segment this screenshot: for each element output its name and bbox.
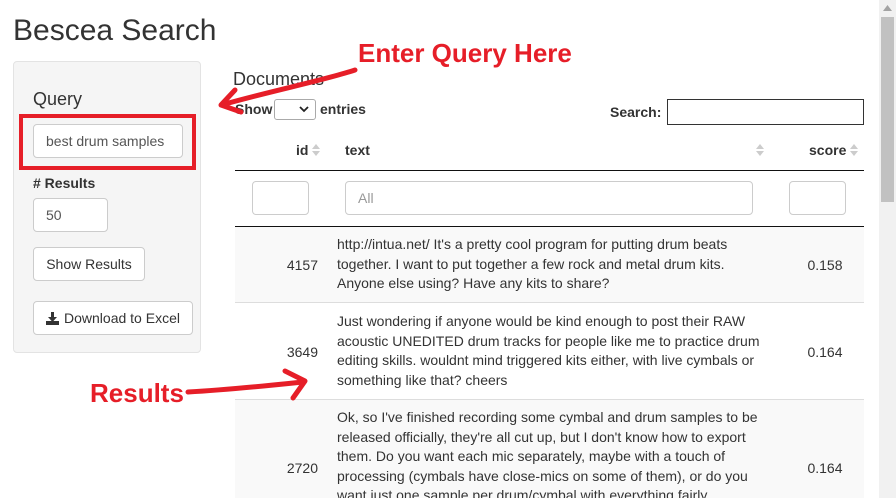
sort-icon[interactable] <box>756 143 764 157</box>
cell-score: 0.158 <box>807 257 843 273</box>
sort-icon <box>312 144 321 156</box>
search-label: Search: <box>610 104 662 120</box>
column-header-id-label: id <box>296 142 309 158</box>
annotation-results: Results <box>90 378 184 408</box>
app-title: Bescea Search <box>13 14 217 47</box>
header-divider <box>235 170 864 171</box>
scrollbar-thumb[interactable] <box>881 17 894 202</box>
cell-score: 0.164 <box>807 460 843 476</box>
scroll-up-arrow-icon[interactable] <box>883 5 892 11</box>
download-icon <box>46 311 60 325</box>
column-header-score-label: score <box>809 142 847 158</box>
table-row[interactable]: 2720 Ok, so I've finished recording some… <box>235 400 864 498</box>
filter-id-input[interactable] <box>252 181 309 215</box>
download-excel-button[interactable]: Download to Excel <box>33 301 193 335</box>
cell-id: 2720 <box>286 460 318 476</box>
filter-text-input[interactable]: All <box>345 181 753 215</box>
show-results-button[interactable]: Show Results <box>33 247 145 281</box>
cell-text: Ok, so I've finished recording some cymb… <box>337 409 758 498</box>
download-excel-label: Download to Excel <box>64 310 180 326</box>
results-count-label: # Results <box>33 175 96 191</box>
arrow-to-query-icon <box>218 67 358 115</box>
sort-icon <box>850 144 859 156</box>
results-count-input[interactable]: 50 <box>33 198 108 232</box>
cell-id: 3649 <box>286 344 318 360</box>
show-results-label: Show Results <box>46 256 132 272</box>
query-label: Query <box>33 89 83 109</box>
annotation-enter-query: Enter Query Here <box>358 38 572 68</box>
table-row[interactable]: 4157 http://intua.net/ It's a pretty coo… <box>235 227 864 303</box>
cell-id: 4157 <box>286 257 318 273</box>
arrow-to-results-icon <box>185 368 308 401</box>
cell-score: 0.164 <box>807 344 843 360</box>
filter-score-input[interactable] <box>789 181 846 215</box>
column-header-id[interactable]: id <box>296 142 321 158</box>
cell-text: Just wondering if anyone would be kind e… <box>337 313 760 388</box>
search-input[interactable] <box>667 99 864 125</box>
cell-text: http://intua.net/ It's a pretty cool pro… <box>337 236 728 291</box>
page-scrollbar[interactable] <box>879 0 896 498</box>
column-header-text[interactable]: text <box>345 142 370 158</box>
query-highlight-box <box>19 114 196 170</box>
table-row[interactable]: 3649 Just wondering if anyone would be k… <box>235 303 864 400</box>
column-header-score[interactable]: score <box>809 142 859 158</box>
column-header-text-label: text <box>345 142 370 158</box>
